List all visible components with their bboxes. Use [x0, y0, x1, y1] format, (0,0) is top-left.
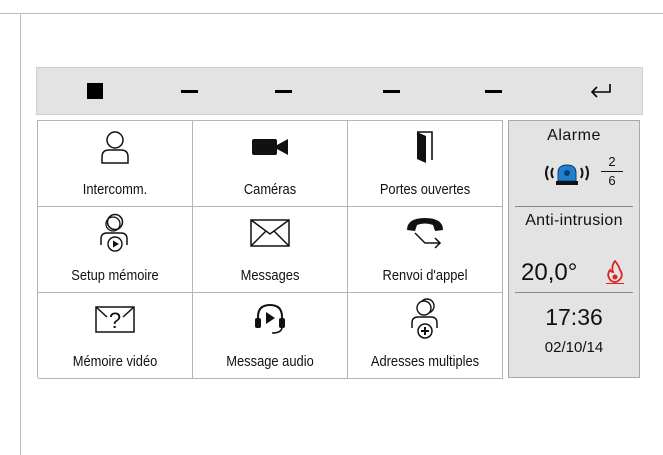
clock-date: 02/10/14: [544, 339, 604, 356]
menu-grid: Intercomm. Caméras Portes ouvertes Setup…: [37, 120, 503, 379]
menu-item-cameras[interactable]: Caméras: [193, 121, 348, 207]
alarm-count: 2: [608, 154, 616, 169]
menu-item-label: Portes ouvertes: [379, 181, 471, 198]
envelope-question-icon: ?: [95, 306, 135, 333]
menu-item-label: Renvoi d'appel: [382, 267, 468, 284]
alarm-button[interactable]: [543, 159, 591, 192]
video-camera-icon: [252, 139, 288, 155]
menu-item-setup-memoire[interactable]: Setup mémoire: [38, 207, 193, 293]
svg-text:?: ?: [109, 308, 121, 333]
temperature-value: 20,0°: [521, 259, 578, 286]
menu-item-messages[interactable]: Messages: [193, 207, 348, 293]
call-forward-icon: [407, 218, 443, 249]
dash-button-3[interactable]: [371, 68, 411, 114]
stop-square-button[interactable]: [75, 68, 115, 114]
return-arrow-icon: [590, 84, 611, 98]
frame-top-line: [0, 13, 663, 14]
menu-item-label: Setup mémoire: [71, 267, 159, 284]
menu-item-intercomm[interactable]: Intercomm.: [38, 121, 193, 207]
divider: [515, 206, 633, 207]
dash-button-2[interactable]: [263, 68, 303, 114]
menu-item-memoire-video[interactable]: ? Mémoire vidéo: [38, 293, 193, 379]
alarm-count-fraction: 2 6: [601, 154, 623, 189]
headset-play-icon: [255, 303, 285, 334]
menu-item-label: Message audio: [226, 353, 314, 370]
envelope-icon: [250, 219, 290, 247]
clock-time: 17:36: [545, 304, 603, 330]
person-icon: [101, 131, 129, 164]
menu-item-label: Mémoire vidéo: [72, 353, 158, 370]
status-panel: Alarme 2 6 Anti-intrusion 20,0° 17:36 02…: [508, 120, 640, 378]
flame-icon: [606, 259, 624, 284]
dash-button-4[interactable]: [473, 68, 513, 114]
dash-icon: [485, 90, 502, 93]
alarm-total: 6: [608, 173, 616, 188]
dash-icon: [181, 90, 198, 93]
menu-item-label: Caméras: [243, 181, 297, 198]
dash-button-1[interactable]: [169, 68, 209, 114]
dash-icon: [275, 90, 292, 93]
menu-item-portes-ouvertes[interactable]: Portes ouvertes: [348, 121, 503, 207]
alarm-siren-icon: [545, 164, 589, 185]
menu-item-label: Messages: [240, 267, 300, 284]
people-add-icon: [411, 298, 438, 339]
open-door-icon: [417, 131, 433, 163]
anti-intrusion-label[interactable]: Anti-intrusion: [509, 212, 639, 230]
menu-item-adresses-multiples[interactable]: Adresses multiples: [348, 293, 503, 379]
return-button[interactable]: [581, 68, 621, 114]
divider: [515, 292, 633, 293]
stop-square-icon: [87, 83, 103, 99]
frame-left-line: [20, 13, 21, 455]
dash-icon: [383, 90, 400, 93]
menu-item-label: Intercomm.: [82, 181, 148, 198]
menu-item-renvoi-appel[interactable]: Renvoi d'appel: [348, 207, 503, 293]
toolbar: [36, 67, 643, 115]
menu-item-message-audio[interactable]: Message audio: [193, 293, 348, 379]
person-play-icon: [100, 213, 128, 252]
heating-button[interactable]: [605, 259, 625, 289]
menu-item-label: Adresses multiples: [370, 353, 480, 370]
alarm-title: Alarme: [547, 127, 601, 144]
